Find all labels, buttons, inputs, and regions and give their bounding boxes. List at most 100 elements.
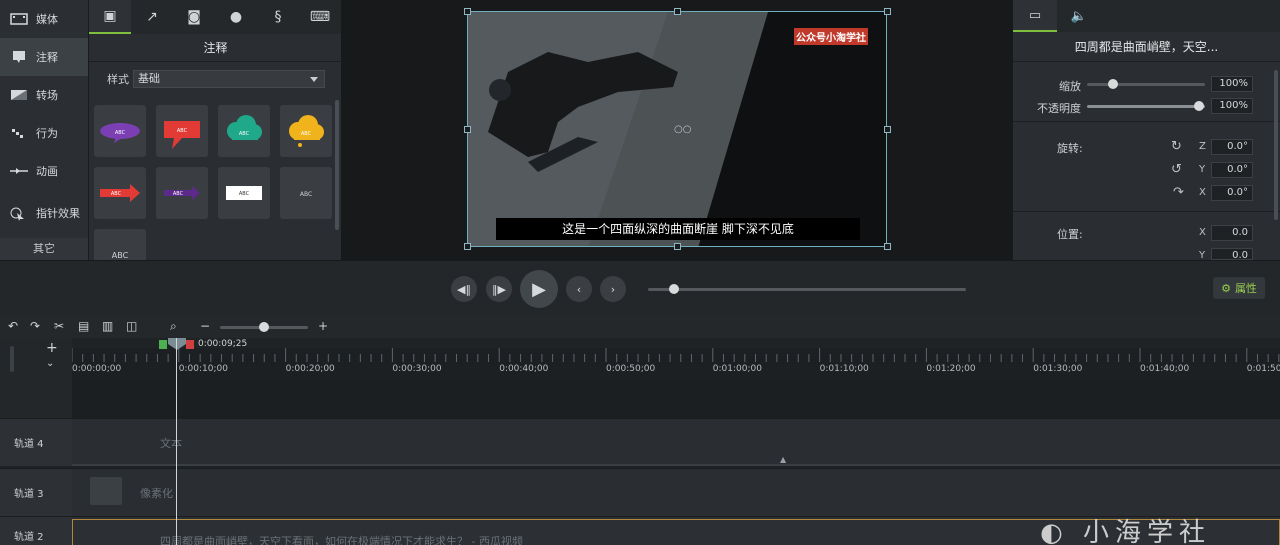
panel-scrollbar[interactable] [335, 100, 339, 230]
callout-tile-purple-arrow[interactable]: ABC [156, 167, 208, 219]
chevron-down-icon[interactable]: ⌄ [46, 358, 54, 369]
resize-handle[interactable] [464, 243, 471, 250]
time-ruler[interactable]: 0:00:00;00 0:00:10;00 0:00:20;00 0:00:30;00… [72, 348, 1280, 378]
position-y-field[interactable]: 0.0 [1211, 248, 1253, 261]
video-canvas[interactable]: 公众号小淘学社 这是一个四面纵深的曲面断崖 脚下深不见底 ○○ [467, 11, 887, 247]
track-4[interactable]: 轨道 4 文本 ▲ [0, 418, 1280, 466]
style-dropdown[interactable]: 基础 [133, 70, 325, 88]
callout-tile-red-arrow[interactable]: ABC [94, 167, 146, 219]
track-clip-text[interactable]: 文本 [160, 435, 182, 451]
play-button[interactable]: ▶ [520, 270, 558, 308]
track-3[interactable]: 轨道 3 像素化 [0, 468, 1280, 516]
tab-keystroke[interactable]: ⌨ [299, 0, 341, 34]
cut-icon[interactable]: ✂ [54, 319, 64, 333]
track-clip-pixelate[interactable]: 像素化 [140, 485, 173, 501]
callout-tile-text-large[interactable]: ABC [94, 229, 146, 260]
step-back-icon: ◀‖ [457, 282, 471, 296]
divider [1013, 211, 1280, 212]
track-divider[interactable] [72, 464, 1280, 466]
position-x-field[interactable]: 0.0 [1211, 225, 1253, 241]
nav-item-media[interactable]: 媒体 [0, 0, 88, 38]
next-frame-button[interactable]: › [600, 276, 626, 302]
panel-title: 注释 [89, 34, 342, 62]
redo-icon[interactable]: ↷ [30, 319, 40, 333]
nav-item-behaviors[interactable]: 行为 [0, 114, 88, 152]
nav-more-button[interactable]: 其它 [0, 238, 88, 260]
copy-icon[interactable]: ▤ [78, 319, 89, 333]
scale-value[interactable]: 100% [1211, 76, 1253, 92]
zoom-icon: ⌕ [170, 319, 177, 333]
nav-item-cursor-effects[interactable]: 指针效果 [0, 194, 88, 232]
tab-shapes[interactable]: ◙ [173, 0, 215, 34]
scrub-bar[interactable] [648, 288, 966, 291]
properties-button[interactable]: ⚙ 属性 [1213, 277, 1265, 299]
resize-handle[interactable] [884, 8, 891, 15]
resize-handle[interactable] [674, 8, 681, 15]
tab-sketch[interactable]: § [257, 0, 299, 34]
split-icon[interactable]: ◫ [126, 319, 137, 333]
rotation-z-field[interactable]: 0.0° [1211, 139, 1253, 155]
tile-label: ABC [239, 191, 250, 197]
prev-frame-button[interactable]: ‹ [566, 276, 592, 302]
ruler-tick-label: 0:01:40;00 [1140, 364, 1190, 374]
scrub-knob[interactable] [669, 284, 679, 294]
track-height-slider[interactable] [10, 346, 14, 372]
scale-slider-knob[interactable] [1108, 79, 1118, 89]
tab-visual[interactable]: ▭ [1013, 0, 1057, 32]
callout-tile-purple-oval[interactable]: ABC [94, 105, 146, 157]
opacity-value[interactable]: 100% [1211, 98, 1253, 114]
behavior-icon [10, 127, 28, 139]
tab-callouts[interactable]: ▣ [89, 0, 131, 34]
tab-arrows[interactable]: ↗ [131, 0, 173, 34]
callout-tile-white-box[interactable]: ABC [218, 167, 270, 219]
step-back-button[interactable]: ◀‖ [451, 276, 477, 302]
collapse-icon[interactable]: ▲ [780, 455, 786, 464]
selection-start-marker[interactable] [159, 340, 167, 349]
selection-end-marker[interactable] [186, 340, 194, 349]
overlay-text: 小海学社 [1082, 518, 1211, 545]
resize-handle[interactable] [464, 8, 471, 15]
ruler-tick-label: 0:00:30;00 [392, 364, 442, 374]
nav-item-transitions[interactable]: 转场 [0, 76, 88, 114]
undo-icon[interactable]: ↶ [8, 319, 18, 333]
tab-audio[interactable]: 🔈 [1057, 0, 1101, 32]
ruler-tick-label: 0:00:40;00 [499, 364, 549, 374]
zoom-slider-knob[interactable] [259, 322, 269, 332]
resize-handle[interactable] [884, 243, 891, 250]
rotation-x-field[interactable]: 0.0° [1211, 185, 1253, 201]
callout-tile-teal-cloud[interactable]: ABC [218, 105, 270, 157]
style-row: 样式 基础 [107, 70, 325, 88]
callout-tile-text[interactable]: ABC [280, 167, 332, 219]
step-forward-button[interactable]: ‖▶ [486, 276, 512, 302]
rotate-y-icon: ↺ [1171, 162, 1182, 177]
properties-scrollbar[interactable] [1274, 70, 1278, 220]
resize-handle[interactable] [674, 243, 681, 250]
scale-slider[interactable] [1087, 83, 1205, 86]
nav-item-annotations[interactable]: 注释 [0, 38, 88, 76]
resize-handle[interactable] [464, 126, 471, 133]
style-value: 基础 [138, 72, 160, 85]
center-handle-icon[interactable]: ○○ [674, 124, 691, 135]
opacity-slider-knob[interactable] [1194, 101, 1204, 111]
nav-item-animations[interactable]: 动画 [0, 152, 88, 190]
opacity-slider[interactable] [1087, 105, 1205, 108]
tab-blur[interactable]: ● [215, 0, 257, 34]
rotation-y-field[interactable]: 0.0° [1211, 162, 1253, 178]
scale-label: 缩放 [1059, 80, 1081, 93]
ruler-ticks [72, 348, 1280, 362]
paste-icon[interactable]: ▥ [102, 319, 113, 333]
add-track-icon[interactable]: + [46, 340, 58, 356]
clip-title: 四周都是曲面峭壁，天空... [1013, 32, 1280, 62]
callout-tile-red-speech[interactable]: ABC [156, 105, 208, 157]
zoom-out-icon[interactable]: − [200, 319, 210, 333]
track-clip-video[interactable]: 四周都是曲面峭壁，天空下看面，如何在极端情况下才能求生？ - 西瓜视频 [160, 533, 523, 545]
callout-tile-yellow-thought[interactable]: ABC [280, 105, 332, 157]
playhead-line[interactable] [176, 338, 177, 545]
annotation-icon [10, 51, 28, 63]
resize-handle[interactable] [884, 126, 891, 133]
cursor-icon [10, 207, 28, 221]
zoom-in-icon[interactable]: + [318, 319, 328, 333]
subtitle-caption[interactable]: 这是一个四面纵深的曲面断崖 脚下深不见底 [496, 218, 860, 240]
callout-icon: ▣ [103, 8, 117, 24]
nav-label: 指针效果 [36, 207, 80, 220]
